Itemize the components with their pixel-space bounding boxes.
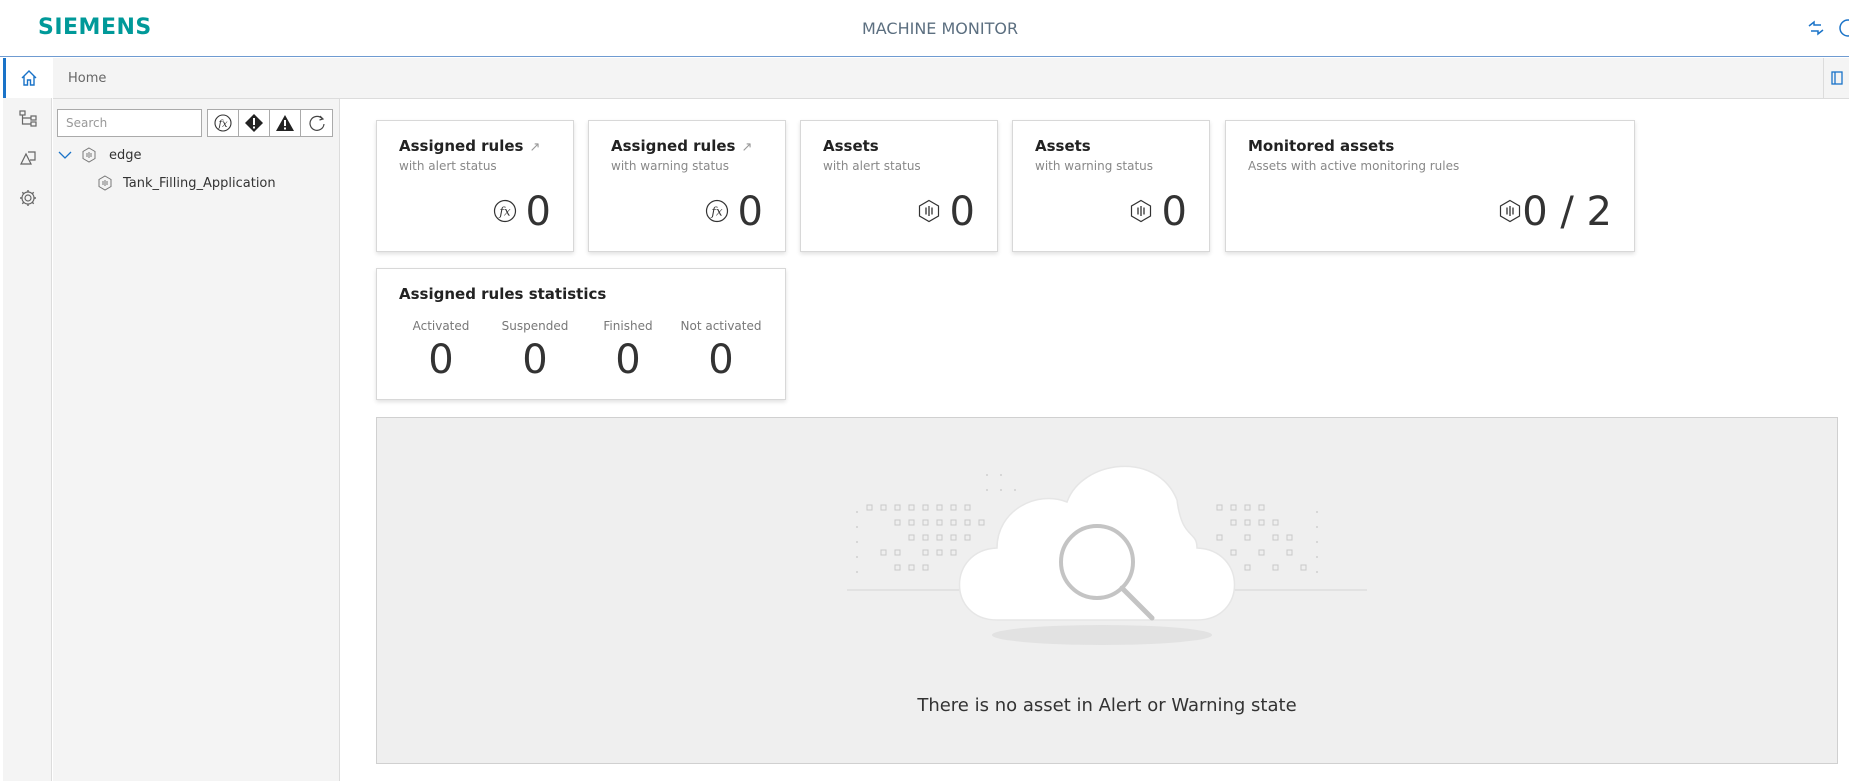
card-title: Assigned rules [611, 137, 736, 155]
card-subtitle: with alert status [399, 159, 497, 173]
card-title: Assets [823, 137, 879, 155]
gear-icon [19, 190, 36, 206]
card-rules-statistics: Assigned rules statistics Activated 0 Su… [376, 268, 786, 400]
app-header: SIEMENS MACHINE MONITOR [0, 0, 1849, 57]
card-subtitle: with warning status [1035, 159, 1154, 173]
swap-icon[interactable] [1806, 18, 1826, 38]
card-value: 0 [737, 189, 763, 235]
nav-hierarchy[interactable] [3, 98, 52, 138]
stat-label: Suspended [501, 319, 569, 333]
stat-label: Finished [603, 319, 653, 333]
card-value: 0 / 2 [1522, 189, 1612, 235]
svg-text:fx: fx [710, 205, 722, 219]
external-link-icon[interactable]: ↗ [529, 140, 540, 155]
stat-activated: Activated 0 [401, 319, 481, 383]
stat-value: 0 [708, 337, 734, 383]
stat-not-activated: Not activated 0 [671, 319, 771, 383]
tree-node-edge[interactable]: edge [57, 144, 142, 166]
rule-filter-icon: fx [214, 114, 232, 132]
tree-node-label: Tank_Filling_Application [123, 175, 276, 191]
card-assets-alert[interactable]: Assets with alert status 0 [800, 120, 998, 252]
asset-icon [98, 175, 112, 191]
card-title: Assigned rules [399, 137, 524, 155]
breadcrumb[interactable]: Home [68, 71, 106, 86]
stat-value: 0 [522, 337, 548, 383]
card-value: 0 [949, 189, 975, 235]
asset-icon [1130, 199, 1152, 223]
asset-icon [918, 199, 940, 223]
left-nav [0, 58, 52, 781]
tree-node-label: edge [109, 147, 142, 163]
card-title: Assigned rules statistics [399, 285, 607, 303]
warning-filter-icon [276, 115, 294, 131]
search-input[interactable] [57, 109, 202, 137]
rule-filter-button[interactable]: fx [208, 110, 239, 136]
stat-finished: Finished 0 [588, 319, 668, 383]
card-subtitle: with warning status [611, 159, 730, 173]
stat-value: 0 [428, 337, 454, 383]
card-assets-warning[interactable]: Assets with warning status 0 [1012, 120, 1210, 252]
card-title: Assets [1035, 137, 1091, 155]
refresh-icon [308, 115, 325, 131]
asset-tree-panel: fx edge Tank_Filling_Application [53, 99, 340, 781]
cloud-search-illustration [847, 465, 1367, 645]
card-value: 0 [1161, 189, 1187, 235]
app-title: MACHINE MONITOR [861, 19, 1019, 38]
asset-icon [82, 147, 96, 163]
rule-icon: fx [493, 199, 517, 223]
empty-state-panel: There is no asset in Alert or Warning st… [376, 417, 1838, 764]
card-monitored-assets[interactable]: Monitored assets Assets with active moni… [1225, 120, 1635, 252]
svg-text:fx: fx [217, 119, 228, 130]
stat-value: 0 [615, 337, 641, 383]
external-link-icon[interactable]: ↗ [741, 140, 752, 155]
alert-filter-button[interactable] [239, 110, 270, 136]
nav-settings[interactable] [3, 178, 52, 218]
card-subtitle: Assets with active monitoring rules [1248, 159, 1460, 173]
breadcrumb-bar: Home [53, 58, 1849, 99]
stat-suspended: Suspended 0 [495, 319, 575, 383]
warning-filter-button[interactable] [270, 110, 301, 136]
help-icon[interactable] [1838, 18, 1849, 38]
stat-label: Activated [412, 319, 470, 333]
stat-label: Not activated [680, 319, 762, 333]
rule-icon: fx [705, 199, 729, 223]
card-title: Monitored assets [1248, 137, 1395, 155]
card-subtitle: with alert status [823, 159, 921, 173]
home-icon [21, 70, 37, 86]
nav-rules[interactable] [3, 138, 52, 178]
tree-node-tank-filling[interactable]: Tank_Filling_Application [97, 172, 276, 194]
panel-toggle-icon[interactable] [1823, 58, 1849, 98]
refresh-button[interactable] [301, 110, 332, 136]
card-rules-alert[interactable]: Assigned rules ↗ with alert status fx 0 [376, 120, 574, 252]
empty-state-message: There is no asset in Alert or Warning st… [917, 695, 1297, 716]
hierarchy-icon [18, 110, 37, 127]
card-rules-warning[interactable]: Assigned rules ↗ with warning status fx 0 [588, 120, 786, 252]
shapes-icon [19, 151, 36, 165]
filter-toolbar: fx [207, 109, 333, 137]
asset-icon [1499, 199, 1521, 223]
chevron-down-icon[interactable] [57, 147, 73, 163]
card-value: 0 [525, 189, 551, 235]
nav-home[interactable] [3, 58, 52, 98]
svg-text:fx: fx [498, 205, 510, 219]
alert-filter-icon [245, 114, 263, 132]
